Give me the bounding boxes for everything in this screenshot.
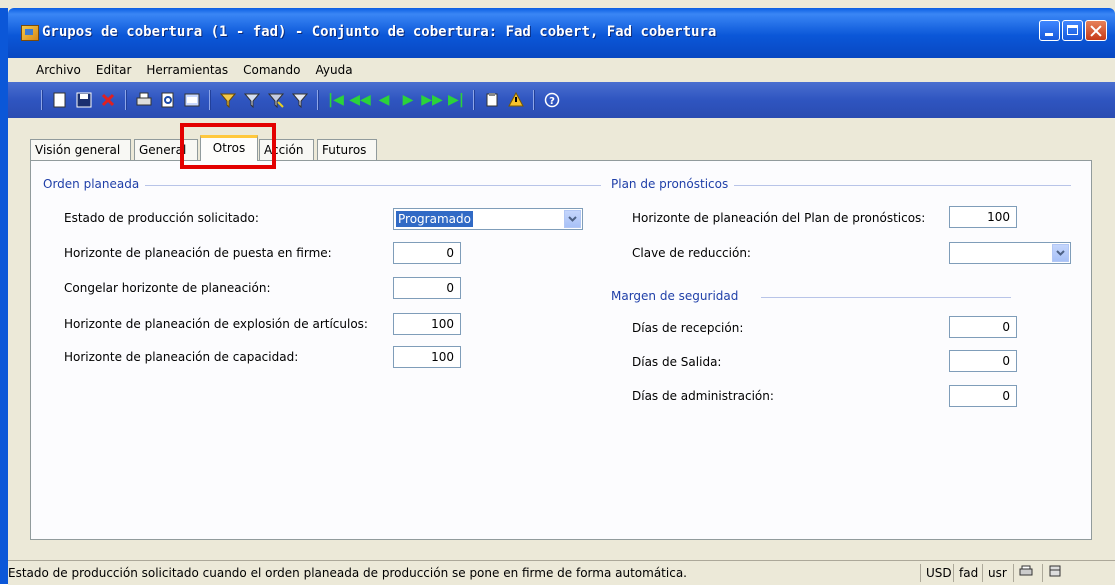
dias-salida-field[interactable]: 0 bbox=[949, 350, 1017, 372]
menu-ayuda[interactable]: Ayuda bbox=[315, 63, 352, 77]
filter-by-grid-icon[interactable] bbox=[244, 92, 260, 108]
status-user: usr bbox=[982, 564, 1007, 582]
window-title: Grupos de cobertura (1 - fad) - Conjunto… bbox=[42, 24, 717, 40]
menu-bar: Archivo Editar Herramientas Comando Ayud… bbox=[8, 58, 1115, 82]
advanced-filter-icon[interactable] bbox=[268, 92, 284, 108]
horizonte-firme-field[interactable]: 0 bbox=[393, 242, 461, 264]
dias-administracion-label: Días de administración: bbox=[632, 389, 774, 403]
horizonte-firme-label: Horizonte de planeación de puesta en fir… bbox=[64, 246, 332, 260]
window-border bbox=[0, 8, 8, 584]
filter-selection-icon[interactable] bbox=[220, 92, 236, 108]
status-message: Estado de producción solicitado cuando e… bbox=[8, 566, 687, 580]
horizonte-explosion-field[interactable]: 100 bbox=[393, 313, 461, 335]
estado-produccion-dropdown[interactable]: Programado bbox=[393, 208, 583, 230]
toolbar-separator bbox=[473, 90, 475, 110]
group-divider bbox=[141, 185, 601, 186]
svg-text:?: ? bbox=[549, 96, 555, 107]
menu-archivo[interactable]: Archivo bbox=[36, 63, 81, 77]
horizonte-pronosticos-label: Horizonte de planeación del Plan de pron… bbox=[632, 211, 926, 225]
toolbar-separator bbox=[41, 90, 43, 110]
minimize-button[interactable] bbox=[1039, 20, 1060, 41]
dias-administracion-field[interactable]: 0 bbox=[949, 385, 1017, 407]
print-icon[interactable] bbox=[136, 92, 152, 108]
maximize-button[interactable] bbox=[1062, 20, 1083, 41]
clave-reduccion-dropdown[interactable] bbox=[949, 242, 1071, 264]
dias-recepcion-field[interactable]: 0 bbox=[949, 316, 1017, 338]
last-record-icon[interactable]: ▶| bbox=[448, 92, 464, 108]
document-handling-icon[interactable] bbox=[484, 92, 500, 108]
toolbar-separator bbox=[125, 90, 127, 110]
highlight-annotation bbox=[180, 123, 276, 169]
toolbar-separator bbox=[317, 90, 319, 110]
previous-record-icon[interactable]: ◀ bbox=[376, 92, 392, 108]
horizonte-explosion-label: Horizonte de planeación de explosión de … bbox=[64, 317, 368, 331]
database-icon[interactable] bbox=[1042, 564, 1068, 582]
printer-icon[interactable] bbox=[1013, 564, 1039, 582]
dias-recepcion-label: Días de recepción: bbox=[632, 321, 744, 335]
group-title-margen-seguridad: Margen de seguridad bbox=[611, 289, 745, 303]
status-company[interactable]: fad bbox=[953, 564, 978, 582]
chevron-down-icon[interactable] bbox=[564, 210, 581, 228]
menu-herramientas[interactable]: Herramientas bbox=[146, 63, 228, 77]
tab-futuros[interactable]: Futuros bbox=[317, 139, 377, 160]
tab-vision-general[interactable]: Visión general bbox=[30, 139, 131, 160]
clave-reduccion-label: Clave de reducción: bbox=[632, 246, 751, 260]
new-icon[interactable] bbox=[52, 92, 68, 108]
next-record-icon[interactable]: ▶ bbox=[400, 92, 416, 108]
congelar-horizonte-field[interactable]: 0 bbox=[393, 277, 461, 299]
group-divider bbox=[761, 297, 1011, 298]
previous-page-icon[interactable]: ◀◀ bbox=[349, 92, 371, 108]
toolbar-separator bbox=[209, 90, 211, 110]
title-bar[interactable]: Grupos de cobertura (1 - fad) - Conjunto… bbox=[8, 8, 1115, 58]
estado-produccion-value: Programado bbox=[396, 211, 473, 227]
alert-icon[interactable] bbox=[508, 92, 524, 108]
export-icon[interactable] bbox=[184, 92, 200, 108]
save-icon[interactable] bbox=[76, 92, 92, 108]
horizonte-capacidad-field[interactable]: 100 bbox=[393, 346, 461, 368]
congelar-horizonte-label: Congelar horizonte de planeación: bbox=[64, 281, 271, 295]
app-icon[interactable] bbox=[21, 25, 39, 41]
menu-editar[interactable]: Editar bbox=[96, 63, 132, 77]
menu-comando[interactable]: Comando bbox=[243, 63, 300, 77]
group-title-plan-pronosticos: Plan de pronósticos bbox=[611, 177, 735, 191]
remove-filter-icon[interactable] bbox=[292, 92, 308, 108]
toolbar: |◀ ◀◀ ◀ ▶ ▶▶ ▶| ? bbox=[8, 82, 1115, 118]
status-bar: Estado de producción solicitado cuando e… bbox=[8, 560, 1115, 585]
close-button[interactable] bbox=[1085, 20, 1107, 41]
tab-content-panel: Orden planeada Estado de producción soli… bbox=[30, 160, 1092, 540]
status-currency: USD bbox=[920, 564, 952, 582]
application-window: Grupos de cobertura (1 - fad) - Conjunto… bbox=[0, 0, 1115, 585]
help-icon[interactable]: ? bbox=[544, 92, 560, 108]
delete-icon[interactable] bbox=[100, 92, 116, 108]
toolbar-separator bbox=[533, 90, 535, 110]
estado-produccion-label: Estado de producción solicitado: bbox=[64, 211, 259, 225]
next-page-icon[interactable]: ▶▶ bbox=[421, 92, 443, 108]
group-title-orden-planeada: Orden planeada bbox=[43, 177, 146, 191]
dias-salida-label: Días de Salida: bbox=[632, 355, 722, 369]
first-record-icon[interactable]: |◀ bbox=[328, 92, 344, 108]
horizonte-pronosticos-field[interactable]: 100 bbox=[949, 206, 1017, 228]
group-divider bbox=[731, 185, 1071, 186]
print-preview-icon[interactable] bbox=[160, 92, 176, 108]
horizonte-capacidad-label: Horizonte de planeación de capacidad: bbox=[64, 350, 299, 364]
chevron-down-icon[interactable] bbox=[1052, 244, 1069, 262]
